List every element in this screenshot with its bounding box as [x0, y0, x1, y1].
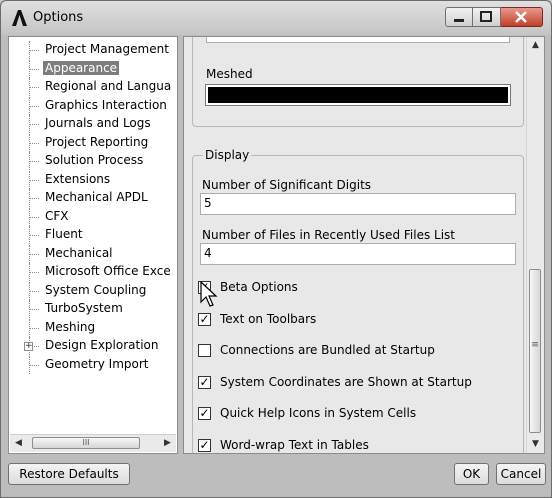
maximize-icon — [480, 11, 492, 22]
checkbox-label: Beta Options — [220, 280, 298, 294]
tree-item-label: TurboSystem — [45, 301, 123, 315]
tree-connector — [29, 235, 39, 236]
recent-files-input[interactable]: 4 — [200, 243, 516, 265]
minimize-button[interactable] — [445, 7, 473, 27]
tree-connector — [29, 309, 39, 310]
scroll-down-icon[interactable]: ▼ — [527, 436, 544, 453]
checkbox-label: Quick Help Icons in System Cells — [220, 406, 417, 420]
ok-button[interactable]: OK — [454, 463, 489, 485]
tree-item-label: Journals and Logs — [45, 116, 151, 130]
expand-icon[interactable]: + — [24, 342, 33, 351]
checkbox[interactable]: ✓ — [198, 407, 211, 420]
tree-item-label: Solution Process — [45, 153, 144, 167]
settings-vertical-scrollbar[interactable]: ▲ ≡ ▼ — [526, 37, 544, 453]
tree-item-label: Project Management — [45, 42, 169, 56]
checkbox-label: Word-wrap Text in Tables — [220, 437, 369, 452]
meshed-label: Meshed — [206, 67, 253, 81]
cancel-button[interactable]: Cancel — [496, 463, 546, 485]
tree-connector — [29, 124, 39, 125]
tree-connector — [29, 50, 39, 51]
tree-connector — [29, 161, 39, 162]
scroll-left-icon[interactable]: ◀ — [10, 435, 27, 452]
checkbox[interactable] — [198, 344, 211, 357]
appearance-group — [192, 37, 524, 127]
window-title: Options — [33, 10, 84, 25]
tree-item-label: Geometry Import — [45, 356, 149, 371]
options-tree[interactable]: Project Management Appearance Regional and… — [8, 36, 178, 454]
close-button[interactable] — [501, 7, 543, 27]
tree-item-label: System Coupling — [45, 282, 147, 297]
tree-connector — [29, 290, 39, 292]
checkbox-label: Text on Toolbars — [220, 311, 317, 326]
checkbox[interactable]: ✓ — [198, 312, 211, 326]
meshed-color-swatch[interactable] — [205, 84, 511, 106]
tree-item-label: CFX — [45, 208, 69, 223]
close-icon — [515, 11, 527, 23]
checkbox[interactable]: ✓ — [198, 438, 211, 452]
restore-defaults-button[interactable]: Restore Defaults — [8, 463, 130, 485]
checkbox[interactable]: ✓ — [198, 375, 211, 389]
tree-item-label: Design Exploration — [45, 338, 159, 352]
options-dialog: Options Project Management Appearance Regi… — [0, 0, 552, 498]
scroll-thumb[interactable]: III — [32, 437, 140, 449]
sig-digits-label: Number of Significant Digits — [202, 178, 372, 192]
minimize-icon — [454, 19, 464, 22]
scroll-up-icon[interactable]: ▲ — [527, 37, 544, 54]
tree-item-label: Microsoft Office Exce — [45, 264, 171, 278]
tree-item-label: Graphics Interaction — [45, 97, 167, 112]
checkbox-label: Connections are Bundled at Startup — [220, 343, 435, 357]
tree-connector — [29, 68, 39, 70]
settings-pane: Meshed Display Number of Significant Dig… — [183, 36, 545, 454]
tree-item-label: Fluent — [45, 227, 83, 241]
tree-connector — [29, 142, 39, 144]
tree-connector — [29, 253, 39, 255]
tree-horizontal-scrollbar[interactable]: ◀ III ▶ — [10, 434, 176, 452]
maximize-button[interactable] — [473, 7, 501, 27]
tree-item-label: Appearance — [43, 60, 120, 75]
tree-connector — [29, 105, 39, 107]
title-bar[interactable]: Options — [1, 1, 551, 35]
scroll-thumb[interactable]: ≡ — [529, 269, 541, 433]
tree-item-label: Mechanical — [45, 245, 113, 260]
tree-item-label: Project Reporting — [45, 134, 149, 149]
scroll-right-icon[interactable]: ▶ — [159, 435, 176, 452]
tree-connector — [29, 198, 39, 199]
mouse-pointer-icon — [200, 281, 218, 307]
tree-item-label: Extensions — [45, 171, 111, 186]
tree-item-label: Regional and Langua — [45, 79, 172, 93]
sig-digits-input[interactable]: 5 — [200, 193, 516, 215]
tree-connector — [29, 216, 39, 218]
tree-connector — [29, 87, 39, 88]
tree-item-label: Mechanical APDL — [45, 190, 148, 204]
tree-connector — [29, 364, 39, 366]
recent-files-label: Number of Files in Recently Used Files L… — [202, 228, 455, 242]
display-group-title: Display — [203, 148, 252, 162]
tree-connector — [29, 327, 39, 329]
checkbox-label: System Coordinates are Shown at Startup — [220, 374, 472, 389]
previous-field-edge — [206, 37, 510, 43]
tree-connector — [29, 179, 39, 181]
ansys-logo-icon — [12, 10, 27, 26]
tree-connector — [29, 272, 39, 273]
tree-item-label: Meshing — [45, 319, 96, 334]
